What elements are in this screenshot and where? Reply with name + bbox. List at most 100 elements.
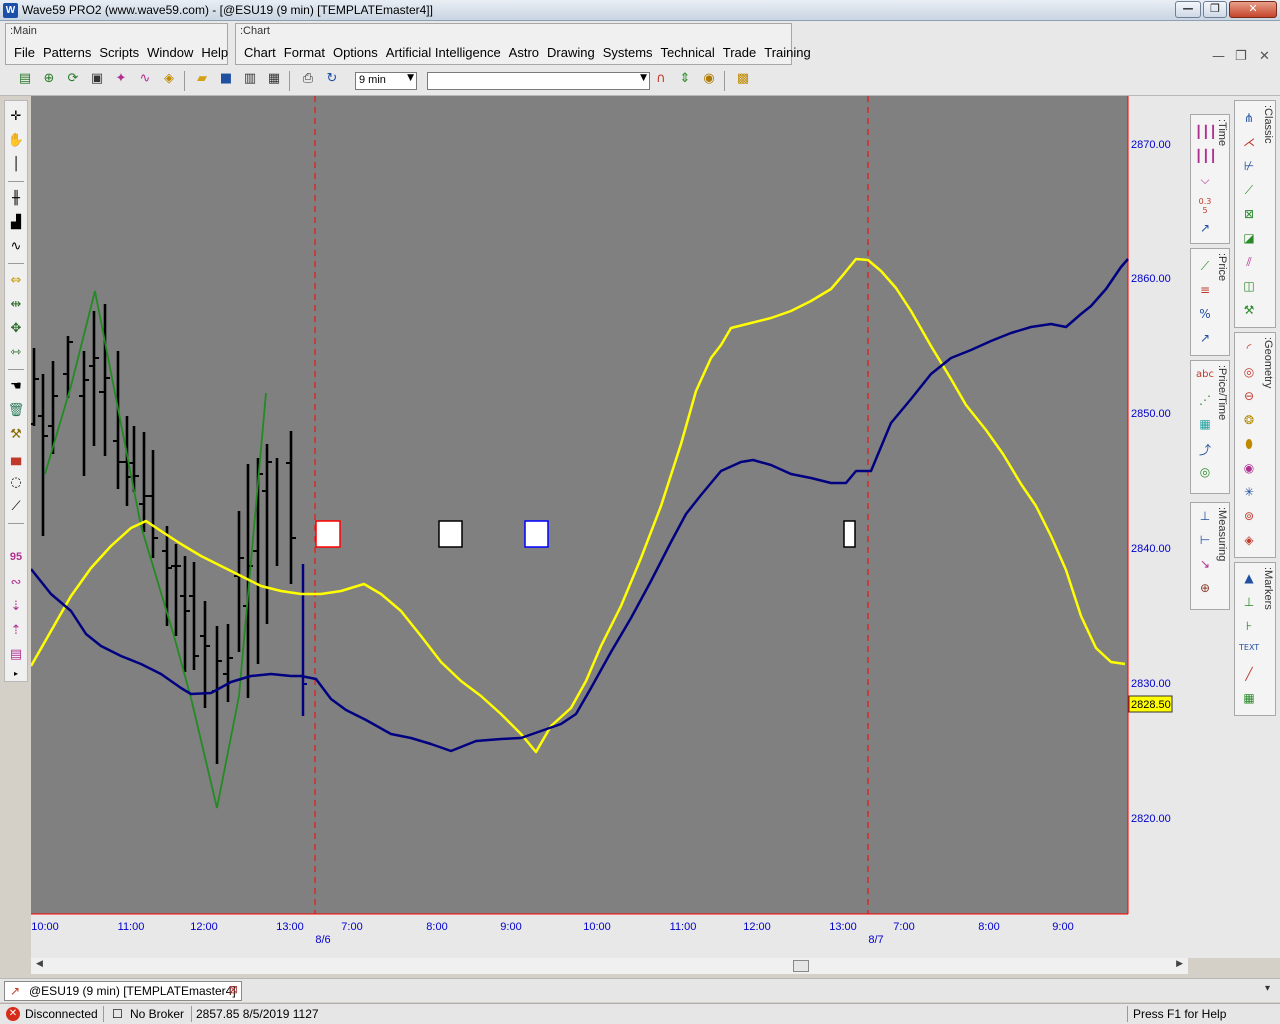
spoke-wheel-icon[interactable]: ✳ [1239, 485, 1259, 505]
tab-list-chevron-icon[interactable]: ▾ [1265, 983, 1270, 994]
measure-count-icon[interactable]: ⊢ [1195, 533, 1215, 553]
vertical-line-icon[interactable]: │ [5, 157, 27, 177]
menu-chart-training[interactable]: Training [764, 45, 810, 60]
pattern-icon[interactable]: ✦ [111, 71, 131, 91]
crosshair-icon[interactable]: ✛ [5, 109, 27, 129]
marker-rect-narrow[interactable] [843, 520, 856, 548]
expand-toolbar-icon[interactable]: ▸ [5, 667, 27, 681]
cycle-icon[interactable]: ∾ [5, 575, 27, 595]
measure-range-icon[interactable]: ↘ [1195, 557, 1215, 577]
refresh-icon[interactable]: ⟳ [63, 71, 83, 91]
arc-icon[interactable]: ◜ [1239, 341, 1259, 361]
spiral-gear-icon[interactable]: ❂ [1239, 413, 1259, 433]
spiral-icon[interactable]: ◎ [1195, 465, 1215, 485]
menu-chart-astro[interactable]: Astro [509, 45, 539, 60]
screen-icon[interactable]: ▣ [87, 71, 107, 91]
box-marker-icon[interactable]: ▦ [1239, 691, 1259, 711]
time-arc-icon[interactable]: ⌵ [1195, 173, 1215, 193]
car-icon[interactable]: ▄ [5, 451, 27, 471]
candle-chart-icon[interactable]: ▟ [5, 215, 27, 235]
egg-icon[interactable]: ⬮ [1239, 437, 1259, 457]
marker-square-black[interactable] [438, 520, 463, 548]
fib-time-icon[interactable]: 0.3 5 [1195, 197, 1215, 217]
layout-icon[interactable]: ▦ [264, 71, 284, 91]
redraw-icon[interactable]: ↻ [322, 71, 342, 91]
menu-chart-systems[interactable]: Systems [603, 45, 653, 60]
price-trend-icon[interactable]: ⟋ [1195, 259, 1215, 279]
menu-main-file[interactable]: File [14, 45, 35, 60]
menu-chart-chart[interactable]: Chart [244, 45, 276, 60]
fan-icon[interactable]: ⋰ [1195, 393, 1215, 413]
menu-chart-technical[interactable]: Technical [661, 45, 715, 60]
image-icon[interactable]: ▩ [733, 71, 753, 91]
save-icon[interactable]: ■ [216, 71, 236, 91]
percent-icon[interactable]: % [1195, 307, 1215, 327]
fib-tool-icon[interactable]: ⚒ [1239, 303, 1259, 323]
measure-bars-icon[interactable]: ⊥ [1195, 509, 1215, 529]
scroll-right-icon[interactable]: ▶ [1176, 959, 1183, 969]
wave-label-icon[interactable]: 95 [5, 551, 27, 571]
mdi-close-button[interactable]: ✕ [1259, 49, 1270, 64]
scroll-thumb[interactable] [793, 960, 809, 972]
time-lines-icon[interactable]: ┃┃┃ [1195, 125, 1217, 145]
price-projection-icon[interactable]: ↗ [1195, 331, 1215, 351]
marker-square-blue[interactable] [524, 520, 549, 548]
time-cycles-icon[interactable]: ┃┃┃ [1195, 149, 1217, 169]
gann-fan-icon[interactable]: ⋌ [1239, 135, 1259, 155]
chart-horizontal-scrollbar[interactable]: ◀ ▶ [31, 958, 1188, 974]
menu-main-patterns[interactable]: Patterns [43, 45, 91, 60]
pointer-hand-icon[interactable]: ☚ [5, 379, 27, 399]
bar-chart-icon[interactable]: ╫ [5, 191, 27, 211]
new-chart-icon[interactable]: ▤ [15, 71, 35, 91]
mdi-restore-button[interactable]: ❐ [1235, 49, 1247, 64]
time-trend-icon[interactable]: ↗ [1195, 221, 1215, 241]
lasso-icon[interactable]: ◌ [5, 475, 27, 495]
open-folder-icon[interactable]: ▰ [192, 71, 212, 91]
eye-icon[interactable]: ◉ [699, 71, 719, 91]
close-tab-icon[interactable]: ⊠ [229, 983, 238, 996]
channel-icon[interactable]: ⫽ [1239, 255, 1259, 275]
menu-chart-options[interactable]: Options [333, 45, 378, 60]
chart-tab[interactable]: ↗ @ESU19 (9 min) [TEMPLATEmaster4] ⊠ [4, 981, 242, 1001]
price-chart[interactable]: 2870.00 2860.00 2850.00 2840.00 2830.00 … [31, 96, 1188, 958]
wave-count-2-icon[interactable]: ⇡ [5, 623, 27, 643]
menu-chart-trade[interactable]: Trade [723, 45, 756, 60]
wave-count-1-icon[interactable]: ⇣ [5, 599, 27, 619]
fan-lines-icon[interactable]: ⟋ [1239, 183, 1259, 203]
menu-main-window[interactable]: Window [147, 45, 193, 60]
bullseye-icon[interactable]: ⊚ [1239, 509, 1259, 529]
menu-chart-drawing[interactable]: Drawing [547, 45, 595, 60]
mdi-minimize-button[interactable]: — [1212, 49, 1225, 64]
path-icon[interactable]: ⤴ [1195, 441, 1215, 461]
magnet-icon[interactable]: ∩ [651, 71, 671, 91]
stretch-icon[interactable]: ⇿ [5, 345, 27, 365]
menu-chart-format[interactable]: Format [284, 45, 325, 60]
fib-grid-icon[interactable]: ▤ [5, 647, 27, 667]
ellipse-icon[interactable]: ⊖ [1239, 389, 1259, 409]
menu-chart-artificial-intelligence[interactable]: Artificial Intelligence [386, 45, 501, 60]
abc-icon[interactable]: abc [1195, 369, 1215, 389]
expand-icon[interactable]: ✥ [5, 321, 27, 341]
timeframe-select[interactable]: 9 min ▼ [355, 72, 417, 90]
symbol-select[interactable]: ▼ [427, 72, 650, 90]
label-marker-2-icon[interactable]: ⊦ [1239, 619, 1259, 639]
andrews-pitchfork-icon[interactable]: ⋔ [1239, 111, 1259, 131]
gann-square-icon[interactable]: ◪ [1239, 231, 1259, 251]
wrench-icon[interactable]: ⚒ [5, 427, 27, 447]
forecast-icon[interactable]: ◈ [159, 71, 179, 91]
speed-lines-icon[interactable]: ⊬ [1239, 159, 1259, 179]
scroll-left-icon[interactable]: ◀ [36, 959, 43, 969]
close-button[interactable]: ✕ [1229, 1, 1277, 18]
line-chart-icon[interactable]: ∿ [5, 239, 27, 259]
minimize-button[interactable]: — [1175, 1, 1201, 18]
line-marker-icon[interactable]: ╱ [1239, 667, 1259, 687]
nested-square-icon[interactable]: ◫ [1239, 279, 1259, 299]
arrow-up-marker-icon[interactable]: ▲ [1239, 571, 1259, 591]
trash-icon[interactable]: 🗑 [5, 403, 27, 423]
hand-icon[interactable]: ✋ [5, 133, 27, 153]
compress-icon[interactable]: ⇹ [5, 297, 27, 317]
menu-main-scripts[interactable]: Scripts [99, 45, 139, 60]
zoom-horizontal-icon[interactable]: ⇔ [5, 273, 27, 293]
label-marker-icon[interactable]: ⊥ [1239, 595, 1259, 615]
ruler-icon[interactable]: ⟋ [5, 499, 27, 519]
